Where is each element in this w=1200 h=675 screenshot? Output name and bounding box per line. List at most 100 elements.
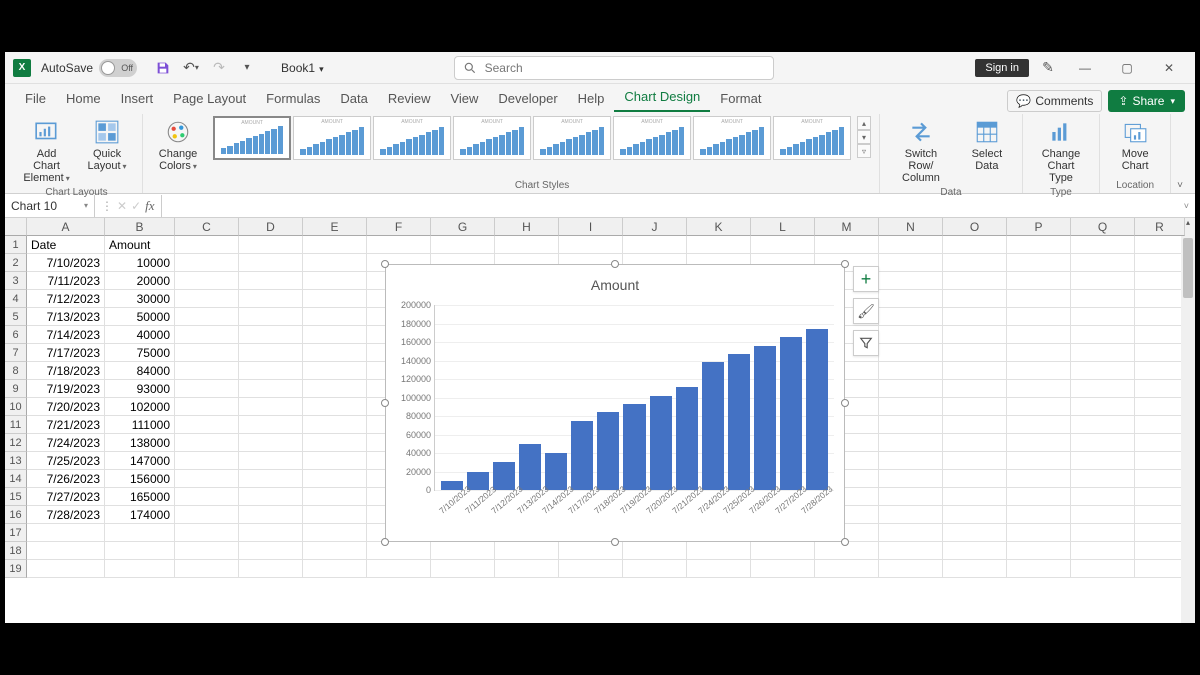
cell[interactable] (943, 542, 1007, 560)
cell[interactable] (303, 362, 367, 380)
cell[interactable] (943, 434, 1007, 452)
cell[interactable] (879, 560, 943, 578)
cell[interactable] (175, 398, 239, 416)
cell[interactable]: 75000 (105, 344, 175, 362)
cell[interactable] (943, 524, 1007, 542)
cell[interactable] (1071, 326, 1135, 344)
column-header[interactable]: J (623, 218, 687, 236)
cell[interactable] (239, 434, 303, 452)
cell[interactable] (303, 236, 367, 254)
column-header[interactable]: N (879, 218, 943, 236)
gallery-up-icon[interactable]: ▴ (857, 116, 871, 130)
add-chart-element-button[interactable]: Add Chart Element▾ (19, 116, 74, 186)
cell[interactable] (239, 560, 303, 578)
cell[interactable] (623, 236, 687, 254)
chart-bar[interactable] (623, 404, 645, 490)
enter-formula-icon[interactable]: ✓ (131, 199, 141, 213)
column-header[interactable]: P (1007, 218, 1071, 236)
cell[interactable] (303, 416, 367, 434)
cell[interactable] (1007, 452, 1071, 470)
cell[interactable] (303, 506, 367, 524)
gallery-scroll[interactable]: ▴ ▾ ▿ (857, 116, 871, 158)
chart-style-thumb[interactable]: AMOUNT (213, 116, 291, 160)
pen-icon[interactable]: ✎ (1035, 55, 1061, 81)
chart-filters-button[interactable] (853, 330, 879, 356)
cell[interactable] (1071, 452, 1135, 470)
cell[interactable] (239, 452, 303, 470)
cell[interactable] (175, 416, 239, 434)
cell[interactable] (175, 452, 239, 470)
chart-style-thumb[interactable]: AMOUNT (373, 116, 451, 160)
cell[interactable] (239, 362, 303, 380)
share-button[interactable]: ⇪ Share ▾ (1108, 90, 1185, 112)
embedded-chart[interactable]: Amount 020000400006000080000100000120000… (385, 264, 845, 542)
cell[interactable] (175, 434, 239, 452)
chart-style-thumb[interactable]: AMOUNT (533, 116, 611, 160)
row-header[interactable]: 8 (5, 362, 27, 380)
cell[interactable] (303, 326, 367, 344)
cell[interactable] (943, 452, 1007, 470)
row-header[interactable]: 12 (5, 434, 27, 452)
cell[interactable] (879, 398, 943, 416)
cell[interactable] (303, 290, 367, 308)
vertical-scrollbar[interactable]: ▴ (1181, 236, 1195, 623)
cell[interactable] (1007, 560, 1071, 578)
cell[interactable]: 30000 (105, 290, 175, 308)
cell[interactable] (879, 470, 943, 488)
cell[interactable] (239, 344, 303, 362)
cell[interactable] (1071, 434, 1135, 452)
cell[interactable] (303, 470, 367, 488)
row-header[interactable]: 1 (5, 236, 27, 254)
chart-style-thumb[interactable]: AMOUNT (613, 116, 691, 160)
cell[interactable] (367, 542, 431, 560)
cell[interactable] (175, 506, 239, 524)
column-header[interactable]: D (239, 218, 303, 236)
cell[interactable]: 7/14/2023 (27, 326, 105, 344)
cell[interactable] (303, 308, 367, 326)
chart-bar[interactable] (545, 453, 567, 490)
cell[interactable] (239, 470, 303, 488)
cell[interactable]: Date (27, 236, 105, 254)
cell[interactable] (1135, 542, 1185, 560)
cell[interactable]: 165000 (105, 488, 175, 506)
cell[interactable]: 84000 (105, 362, 175, 380)
column-header[interactable]: B (105, 218, 175, 236)
cell[interactable] (1071, 470, 1135, 488)
cell[interactable] (943, 560, 1007, 578)
cell[interactable] (175, 380, 239, 398)
cell[interactable]: 7/12/2023 (27, 290, 105, 308)
cell[interactable] (1135, 434, 1185, 452)
cell[interactable] (1071, 488, 1135, 506)
chart-bar[interactable] (467, 472, 489, 491)
cell[interactable] (239, 308, 303, 326)
tab-help[interactable]: Help (568, 85, 615, 112)
cell[interactable] (1071, 380, 1135, 398)
column-header[interactable]: K (687, 218, 751, 236)
chart-bar[interactable] (493, 462, 515, 490)
cell[interactable] (559, 560, 623, 578)
cell[interactable] (1135, 488, 1185, 506)
tab-formulas[interactable]: Formulas (256, 85, 330, 112)
cell[interactable] (879, 416, 943, 434)
cell[interactable] (175, 362, 239, 380)
cell[interactable] (239, 488, 303, 506)
column-header[interactable]: G (431, 218, 495, 236)
cell[interactable] (495, 542, 559, 560)
cell[interactable] (239, 416, 303, 434)
cell[interactable] (27, 542, 105, 560)
row-header[interactable]: 16 (5, 506, 27, 524)
cell[interactable] (1007, 344, 1071, 362)
cell[interactable] (943, 344, 1007, 362)
cell[interactable] (943, 236, 1007, 254)
cell[interactable]: 147000 (105, 452, 175, 470)
cell[interactable]: 7/24/2023 (27, 434, 105, 452)
cell[interactable] (1007, 254, 1071, 272)
cell[interactable] (943, 362, 1007, 380)
cell[interactable] (303, 434, 367, 452)
cell[interactable] (623, 560, 687, 578)
cell[interactable]: 7/19/2023 (27, 380, 105, 398)
chart-style-thumb[interactable]: AMOUNT (693, 116, 771, 160)
undo-icon[interactable]: ↶▾ (179, 56, 203, 80)
column-header[interactable]: O (943, 218, 1007, 236)
cell[interactable]: 40000 (105, 326, 175, 344)
